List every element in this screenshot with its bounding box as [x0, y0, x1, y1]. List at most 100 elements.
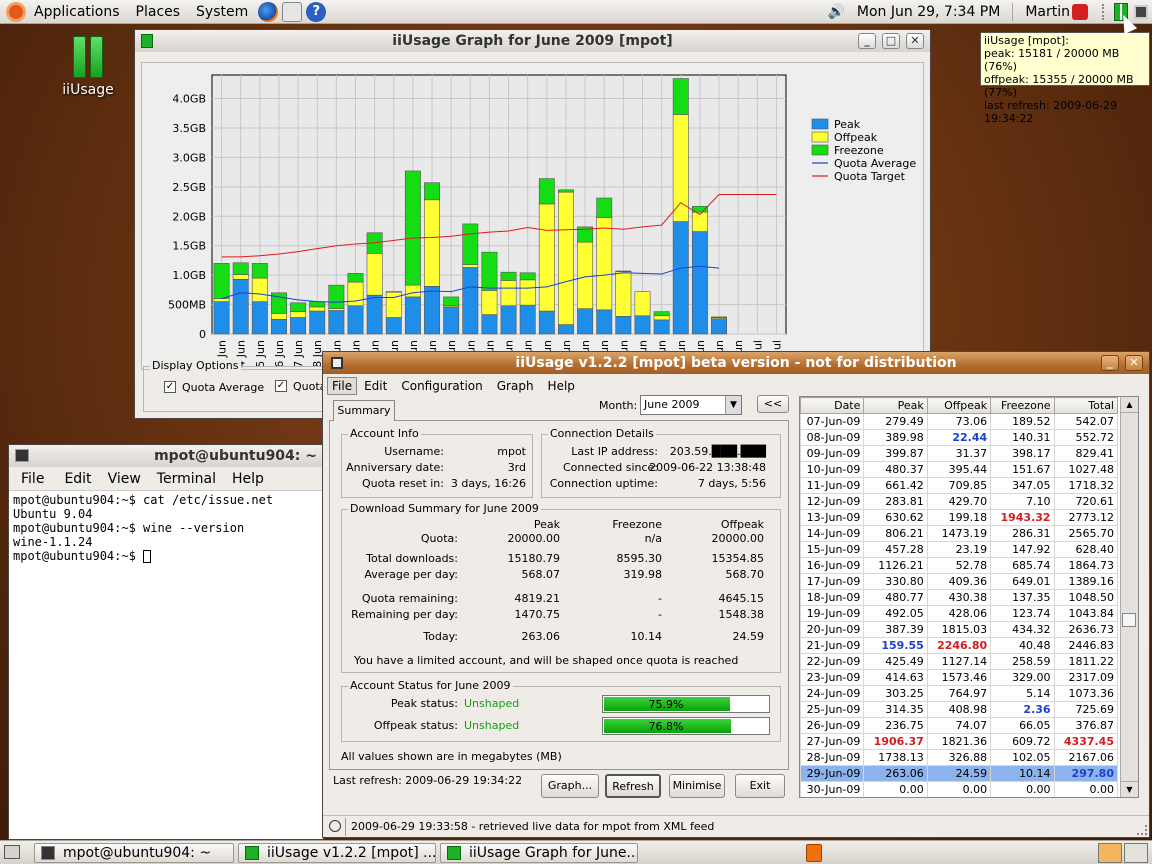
summary-row-value: 15180.79 — [507, 552, 561, 565]
taskbar-item-graph[interactable]: iiUsage Graph for June... — [440, 843, 638, 863]
terminal-menu-file[interactable]: File — [9, 471, 56, 487]
network-icon[interactable] — [1134, 4, 1148, 19]
table-col-header[interactable]: Offpeak — [926, 397, 992, 414]
refresh-button[interactable]: Refresh — [605, 774, 661, 798]
terminal-output[interactable]: mpot@ubuntu904:~$ cat /etc/issue.net Ubu… — [13, 493, 323, 563]
table-row[interactable]: 14-Jun-09 806.21 1473.19 286.31 2565.70 — [800, 525, 1119, 542]
table-row[interactable]: 10-Jun-09 480.37 395.44 151.67 1027.48 — [800, 461, 1119, 478]
table-row[interactable]: 16-Jun-09 1126.21 52.78 685.74 1864.73 — [800, 557, 1119, 574]
firefox-icon[interactable] — [258, 1, 279, 22]
menu-graph[interactable]: Graph — [490, 379, 541, 393]
system-menu[interactable]: System — [188, 0, 256, 24]
menu-edit[interactable]: Edit — [357, 379, 394, 393]
table-col-header[interactable]: Peak — [863, 397, 928, 414]
menu-configuration[interactable]: Configuration — [394, 379, 489, 393]
table-row[interactable]: 08-Jun-09 389.98 22.44 140.31 552.72 — [800, 429, 1119, 446]
table-row[interactable]: 29-Jun-09 263.06 24.59 10.14 297.80 — [800, 765, 1119, 782]
tab-summary[interactable]: Summary — [333, 400, 395, 421]
table-cell: 303.25 — [863, 685, 928, 702]
table-row[interactable]: 24-Jun-09 303.25 764.97 5.14 1073.36 — [800, 685, 1119, 702]
table-row[interactable]: 21-Jun-09 159.55 2246.80 40.48 2446.83 — [800, 637, 1119, 654]
graph-titlebar[interactable]: iiUsage Graph for June 2009 [mpot] _ □ ✕ — [135, 30, 930, 52]
main-titlebar[interactable]: iiUsage v1.2.2 [mpot] beta version - not… — [323, 352, 1149, 374]
table-col-header[interactable]: Freezone — [990, 397, 1055, 414]
graph-button[interactable]: Graph... — [541, 774, 599, 798]
table-row[interactable]: 27-Jun-09 1906.37 1821.36 609.72 4337.45 — [800, 733, 1119, 750]
terminal-window-title: mpot@ubuntu904: ~ — [154, 448, 317, 464]
shutdown-icon[interactable] — [1072, 3, 1088, 20]
table-row[interactable]: 28-Jun-09 1738.13 326.88 102.05 2167.06 — [800, 749, 1119, 766]
mail-icon[interactable] — [282, 1, 303, 22]
volume-icon[interactable]: 🔊 — [827, 4, 844, 20]
table-cell: 347.05 — [990, 477, 1055, 494]
table-row[interactable]: 19-Jun-09 492.05 428.06 123.74 1043.84 — [800, 605, 1119, 622]
terminal-menu-help[interactable]: Help — [224, 471, 272, 487]
table-row[interactable]: 20-Jun-09 387.39 1815.03 434.32 2636.73 — [800, 621, 1119, 638]
bar-offpeak — [481, 290, 498, 315]
clock[interactable]: Mon Jun 29, 7:34 PM — [849, 0, 1008, 24]
table-row[interactable]: 12-Jun-09 283.81 429.70 7.10 720.61 — [800, 493, 1119, 510]
resize-grip[interactable] — [1137, 825, 1147, 835]
collapse-button[interactable]: << — [757, 395, 789, 413]
table-row[interactable]: 13-Jun-09 630.62 199.18 1943.32 2773.12 — [800, 509, 1119, 526]
scroll-thumb[interactable] — [1122, 613, 1136, 627]
bar-freezone — [443, 296, 460, 307]
places-menu[interactable]: Places — [128, 0, 189, 24]
close-button[interactable]: ✕ — [1125, 355, 1143, 371]
table-row[interactable]: 26-Jun-09 236.75 74.07 66.05 376.87 — [800, 717, 1119, 734]
menu-file[interactable]: File — [327, 377, 358, 395]
table-row[interactable]: 17-Jun-09 330.80 409.36 649.01 1389.16 — [800, 573, 1119, 590]
workspace-switcher-2[interactable] — [1124, 843, 1148, 863]
table-col-header[interactable]: Date — [800, 397, 865, 414]
table-row[interactable]: 18-Jun-09 480.77 430.38 137.35 1048.50 — [800, 589, 1119, 606]
iiusage-desktop-icon[interactable]: iiUsage — [58, 36, 118, 98]
table-scrollbar[interactable]: ▲ ▼ — [1120, 397, 1138, 797]
applications-menu[interactable]: Applications — [26, 0, 128, 24]
month-select[interactable]: June 2009 ▼ — [640, 395, 742, 415]
main-app-icon — [331, 357, 343, 369]
ubuntu-logo-icon[interactable] — [6, 1, 26, 22]
scroll-up-arrow[interactable]: ▲ — [1121, 397, 1138, 413]
quota-average-checkbox[interactable]: ✓ — [164, 381, 176, 393]
table-row[interactable]: 25-Jun-09 314.35 408.98 2.36 725.69 — [800, 701, 1119, 718]
minimize-button[interactable]: _ — [1101, 355, 1119, 371]
table-cell: 283.81 — [863, 493, 928, 510]
terminal-menu-view[interactable]: View — [100, 471, 149, 487]
close-button[interactable]: ✕ — [906, 33, 924, 49]
quota-target-checkbox[interactable]: ✓ — [275, 380, 287, 392]
table-col-header[interactable]: Total — [1053, 397, 1119, 414]
terminal-menu-edit[interactable]: Edit — [56, 471, 99, 487]
user-menu[interactable]: Martin — [1017, 0, 1072, 24]
taskbar-item-terminal[interactable]: mpot@ubuntu904: ~ — [34, 843, 234, 863]
table-row[interactable]: 23-Jun-09 414.63 1573.46 329.00 2317.09 — [800, 669, 1119, 686]
maximize-button[interactable]: □ — [882, 33, 900, 49]
terminal-titlebar[interactable]: mpot@ubuntu904: ~ — [9, 445, 323, 467]
offpeak-status-label: Offpeak status: — [373, 719, 458, 732]
table-row[interactable]: 30-Jun-09 0.00 0.00 0.00 0.00 — [800, 781, 1119, 797]
trash-icon[interactable] — [806, 844, 822, 862]
tray-tooltip: iiUsage [mpot]: peak: 15181 / 20000 MB (… — [980, 32, 1150, 125]
table-cell: 66.05 — [990, 717, 1055, 734]
terminal-menu-terminal[interactable]: Terminal — [149, 471, 224, 487]
table-cell: 2.36 — [990, 701, 1055, 718]
bar-freezone — [385, 291, 402, 293]
help-icon[interactable]: ? — [306, 1, 327, 22]
minimise-button[interactable]: Minimise — [669, 774, 725, 798]
exit-button[interactable]: Exit — [735, 774, 785, 798]
minimize-button[interactable]: _ — [858, 33, 876, 49]
table-row[interactable]: 09-Jun-09 399.87 31.37 398.17 829.41 — [800, 445, 1119, 462]
summary-row-label: Average per day: — [364, 568, 458, 581]
workspace-switcher[interactable] — [1098, 843, 1122, 863]
bar-offpeak — [366, 253, 383, 296]
menu-help[interactable]: Help — [541, 379, 582, 393]
tooltip-line: last refresh: 2009-06-29 19:34:22 — [984, 99, 1118, 125]
table-row[interactable]: 11-Jun-09 661.42 709.85 347.05 1718.32 — [800, 477, 1119, 494]
main-window-title: iiUsage v1.2.2 [mpot] beta version - not… — [515, 355, 957, 371]
table-cell: 52.78 — [926, 557, 992, 574]
taskbar-item-iiusage[interactable]: iiUsage v1.2.2 [mpot] ... — [238, 843, 436, 863]
table-row[interactable]: 15-Jun-09 457.28 23.19 147.92 628.40 — [800, 541, 1119, 558]
table-row[interactable]: 22-Jun-09 425.49 1127.14 258.59 1811.22 — [800, 653, 1119, 670]
table-row[interactable]: 07-Jun-09 279.49 73.06 189.52 542.07 — [800, 413, 1119, 430]
scroll-down-arrow[interactable]: ▼ — [1121, 781, 1138, 797]
show-desktop-icon[interactable] — [4, 845, 20, 859]
